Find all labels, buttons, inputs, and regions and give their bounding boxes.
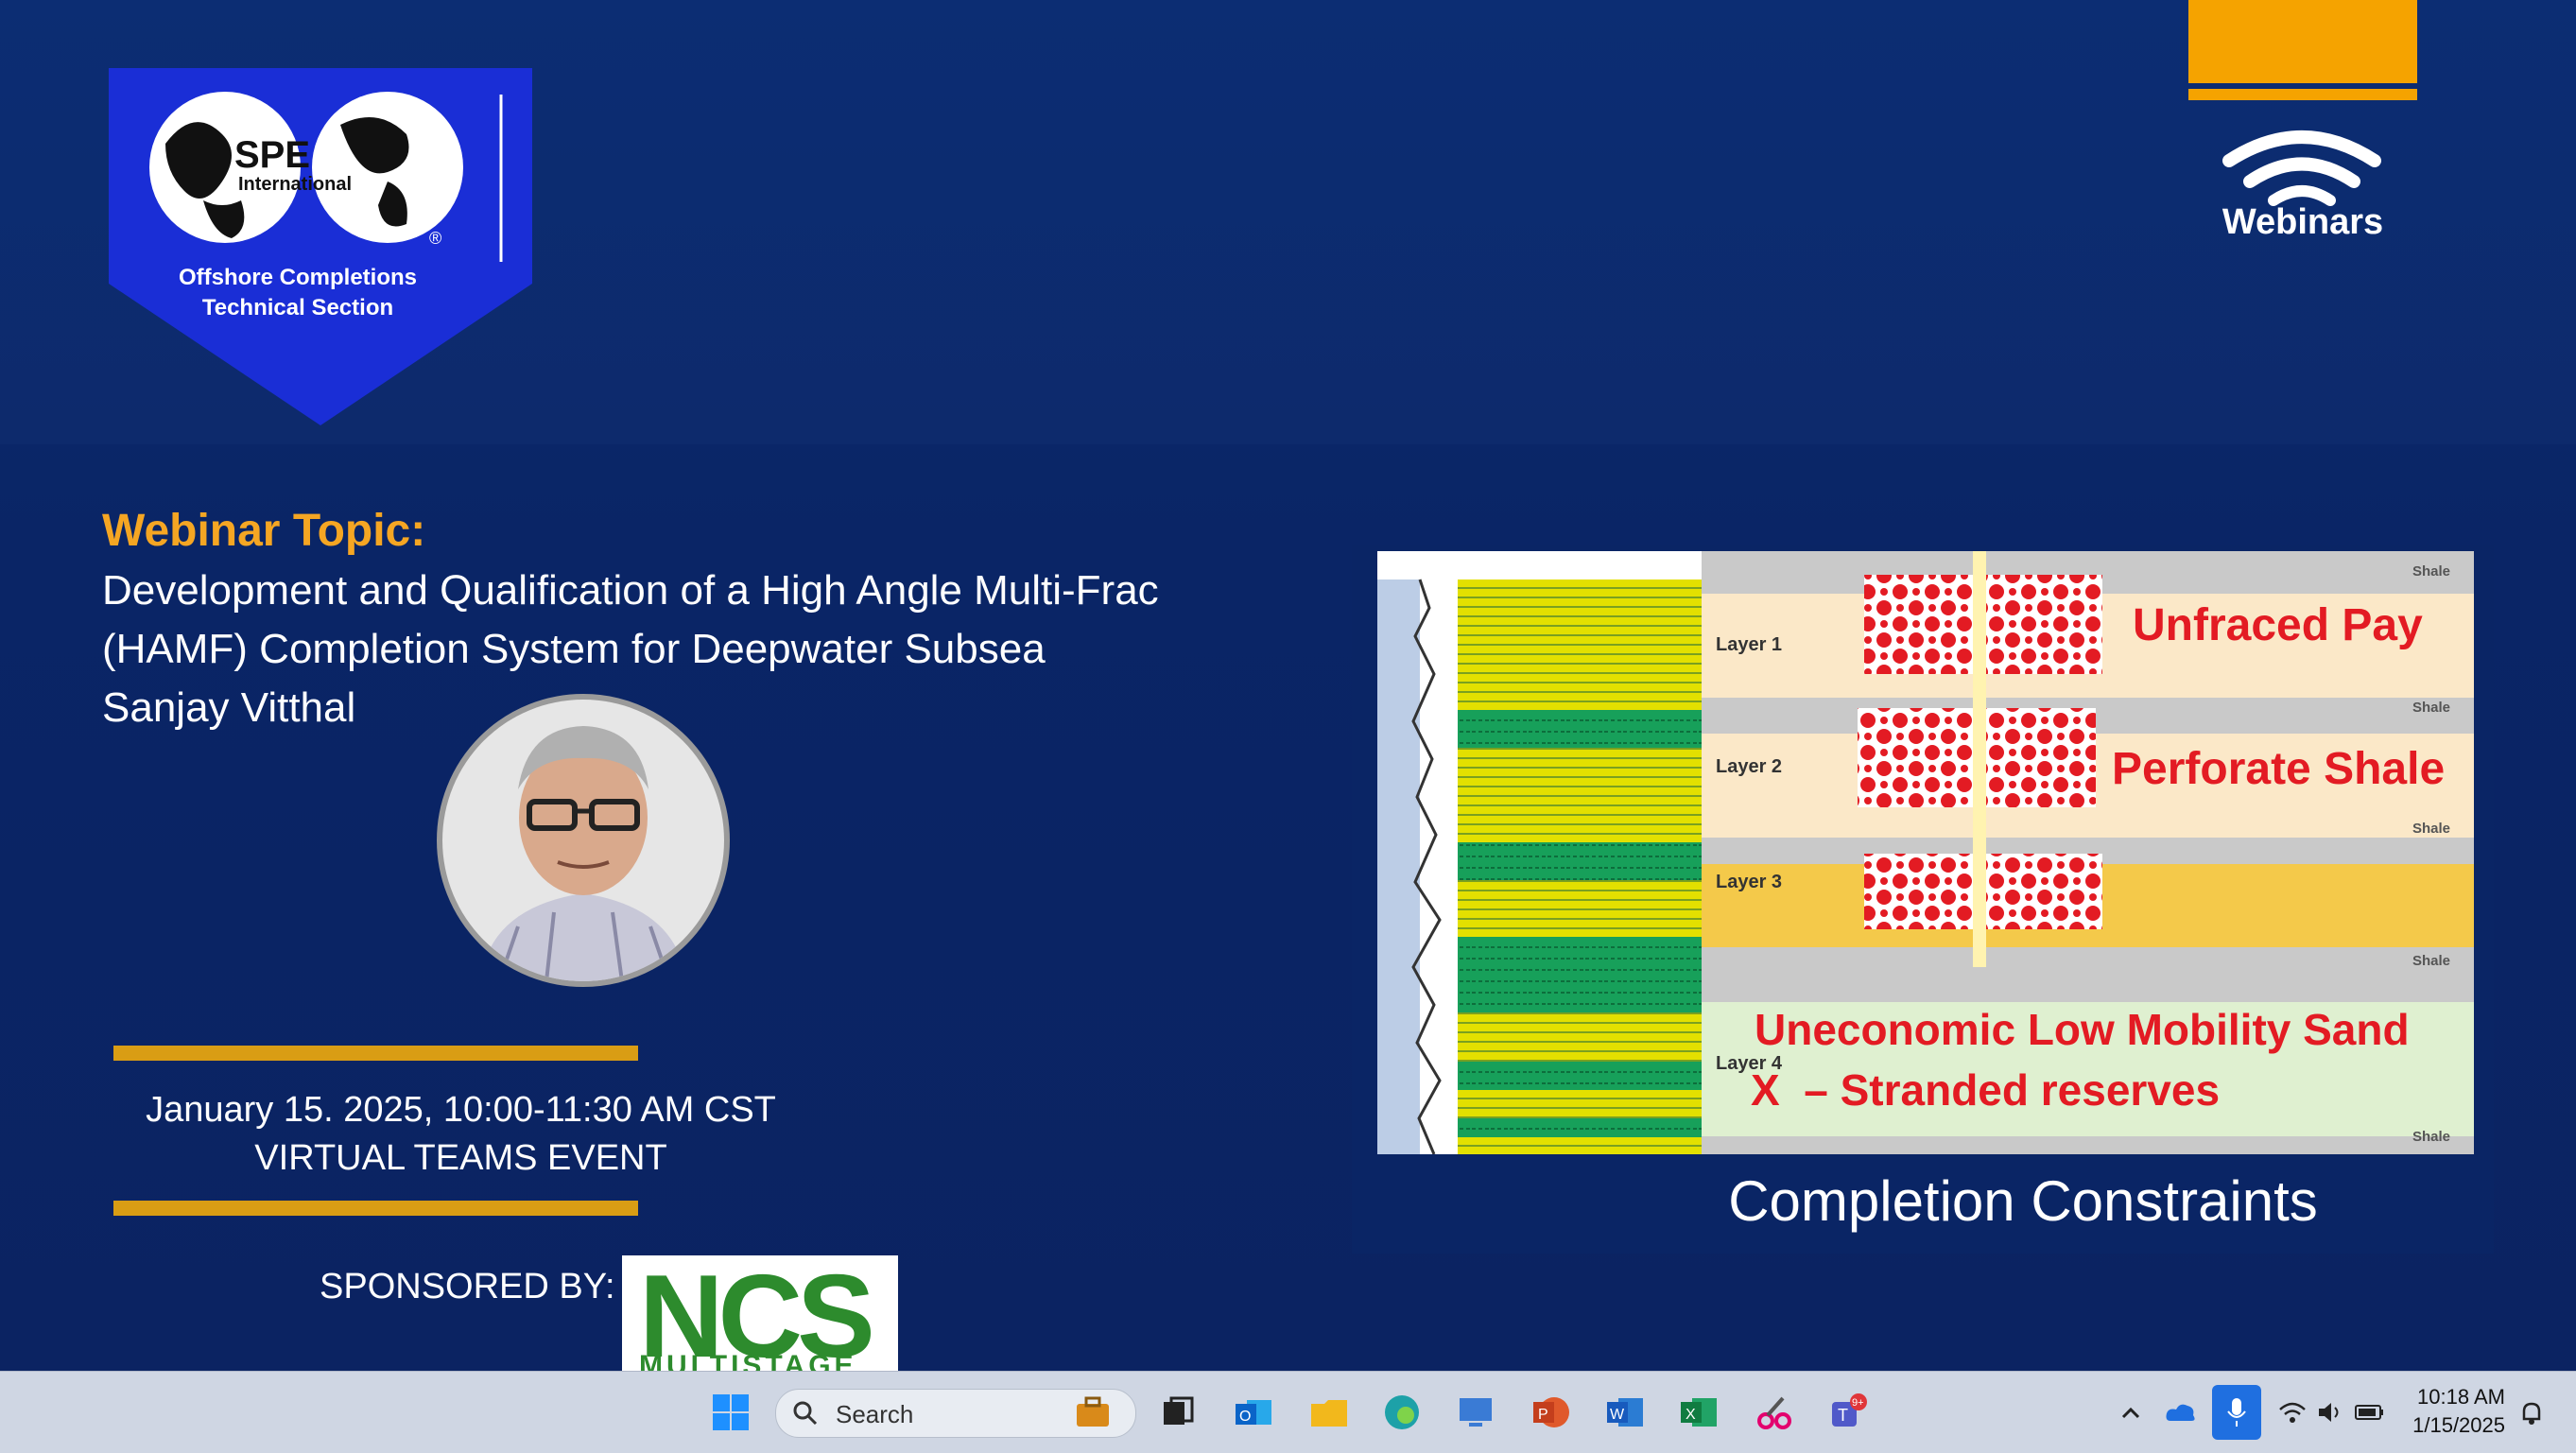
outlook-icon[interactable]: O [1234, 1392, 1273, 1432]
remote-desktop-icon[interactable] [1456, 1392, 1495, 1432]
webinars-label: Webinars [2222, 202, 2384, 242]
webinars-accent-line [2188, 89, 2417, 100]
logo-section-name: Offshore Completions Technical Section [142, 263, 454, 323]
unfraced-pay-label: Unfraced Pay [2133, 600, 2423, 650]
logo-section-line2: Technical Section [201, 295, 394, 320]
webinar-title-line2: (HAMF) Completion System for Deepwater S… [102, 626, 1046, 672]
clock-time: 10:18 AM [2417, 1385, 2505, 1409]
windows-taskbar: Search O P W X T 9+ 10:18 AM 1/15/2025 [0, 1371, 2576, 1453]
shale-label-4: Shale [2412, 953, 2451, 969]
powerpoint-icon[interactable]: P [1531, 1392, 1571, 1432]
teams-notification-badge: 9+ [1852, 1397, 1864, 1409]
microphone-icon [2227, 1398, 2246, 1427]
work-icon[interactable] [1073, 1392, 1113, 1432]
layer3-label: Layer 3 [1716, 872, 1783, 892]
spe-brand-text: SPE [234, 134, 311, 176]
system-clock[interactable]: 10:18 AM 1/15/2025 [2401, 1383, 2505, 1440]
wifi-status-icon[interactable] [2278, 1400, 2307, 1425]
speaker-name: Sanjay Vitthal [102, 684, 356, 731]
webinar-topic-heading: Webinar Topic: [102, 506, 426, 556]
uneconomic-sand-label: Uneconomic Low Mobility Sand [1755, 1005, 2410, 1054]
svg-text:X: X [1686, 1407, 1696, 1423]
stranded-reserves-label: X – Stranded reserves [1751, 1065, 2221, 1115]
svg-text:W: W [1610, 1407, 1625, 1423]
file-explorer-icon[interactable] [1309, 1392, 1349, 1432]
onedrive-icon[interactable] [2165, 1398, 2197, 1427]
search-placeholder: Search [836, 1400, 914, 1428]
svg-text:P: P [1538, 1407, 1548, 1423]
event-date-time: January 15. 2025, 10:00-11:30 AM CST [146, 1090, 776, 1130]
word-icon[interactable]: W [1605, 1392, 1645, 1432]
perforate-shale-label: Perforate Shale [2112, 744, 2446, 794]
presentation-slide: ® SPE International Offshore Completions… [0, 0, 2576, 1371]
spe-brand-subtext: International [238, 174, 353, 195]
wifi-icon [2222, 130, 2381, 206]
event-format: VIRTUAL TEAMS EVENT [254, 1138, 667, 1178]
teams-icon[interactable]: T 9+ [1828, 1392, 1868, 1432]
logo-section-line1: Offshore Completions [178, 265, 417, 290]
sponsor-logo-subtext: MULTISTAGE [639, 1350, 857, 1371]
sponsored-by-label: SPONSORED BY: [320, 1267, 615, 1306]
clock-date: 1/15/2025 [2412, 1413, 2505, 1437]
microphone-button[interactable] [2212, 1385, 2261, 1440]
diagram-caption: Completion Constraints [1728, 1169, 2318, 1233]
layer2-label: Layer 2 [1716, 756, 1783, 777]
chevron-up-icon[interactable] [2118, 1400, 2144, 1427]
svg-text:O: O [1239, 1409, 1251, 1425]
speaker-photo [437, 694, 730, 987]
spe-logo-shield: ® [109, 68, 532, 425]
svg-text:T: T [1838, 1406, 1848, 1425]
edge-icon[interactable] [1382, 1392, 1422, 1432]
start-icon[interactable] [711, 1392, 751, 1432]
notification-bell-icon[interactable] [2518, 1400, 2545, 1427]
webinars-accent-block [2188, 0, 2417, 83]
volume-icon[interactable] [2316, 1400, 2344, 1425]
excel-icon[interactable]: X [1679, 1392, 1719, 1432]
event-divider-bottom [113, 1201, 638, 1216]
layer1-label: Layer 1 [1716, 634, 1783, 655]
search-icon [793, 1401, 818, 1426]
snipping-tool-icon[interactable] [1755, 1392, 1794, 1432]
task-view-icon[interactable] [1158, 1392, 1198, 1432]
registered-mark: ® [429, 229, 441, 248]
shale-label-5: Shale [2412, 1129, 2451, 1145]
shale-label-2: Shale [2412, 700, 2451, 716]
shale-label-3: Shale [2412, 821, 2451, 837]
shale-label-1: Shale [2412, 563, 2451, 579]
battery-icon[interactable] [2354, 1400, 2386, 1425]
sponsor-logo: NCS MULTISTAGE [622, 1255, 898, 1371]
event-divider-top [113, 1046, 638, 1061]
webinar-title-line1: Development and Qualification of a High … [102, 567, 1159, 614]
